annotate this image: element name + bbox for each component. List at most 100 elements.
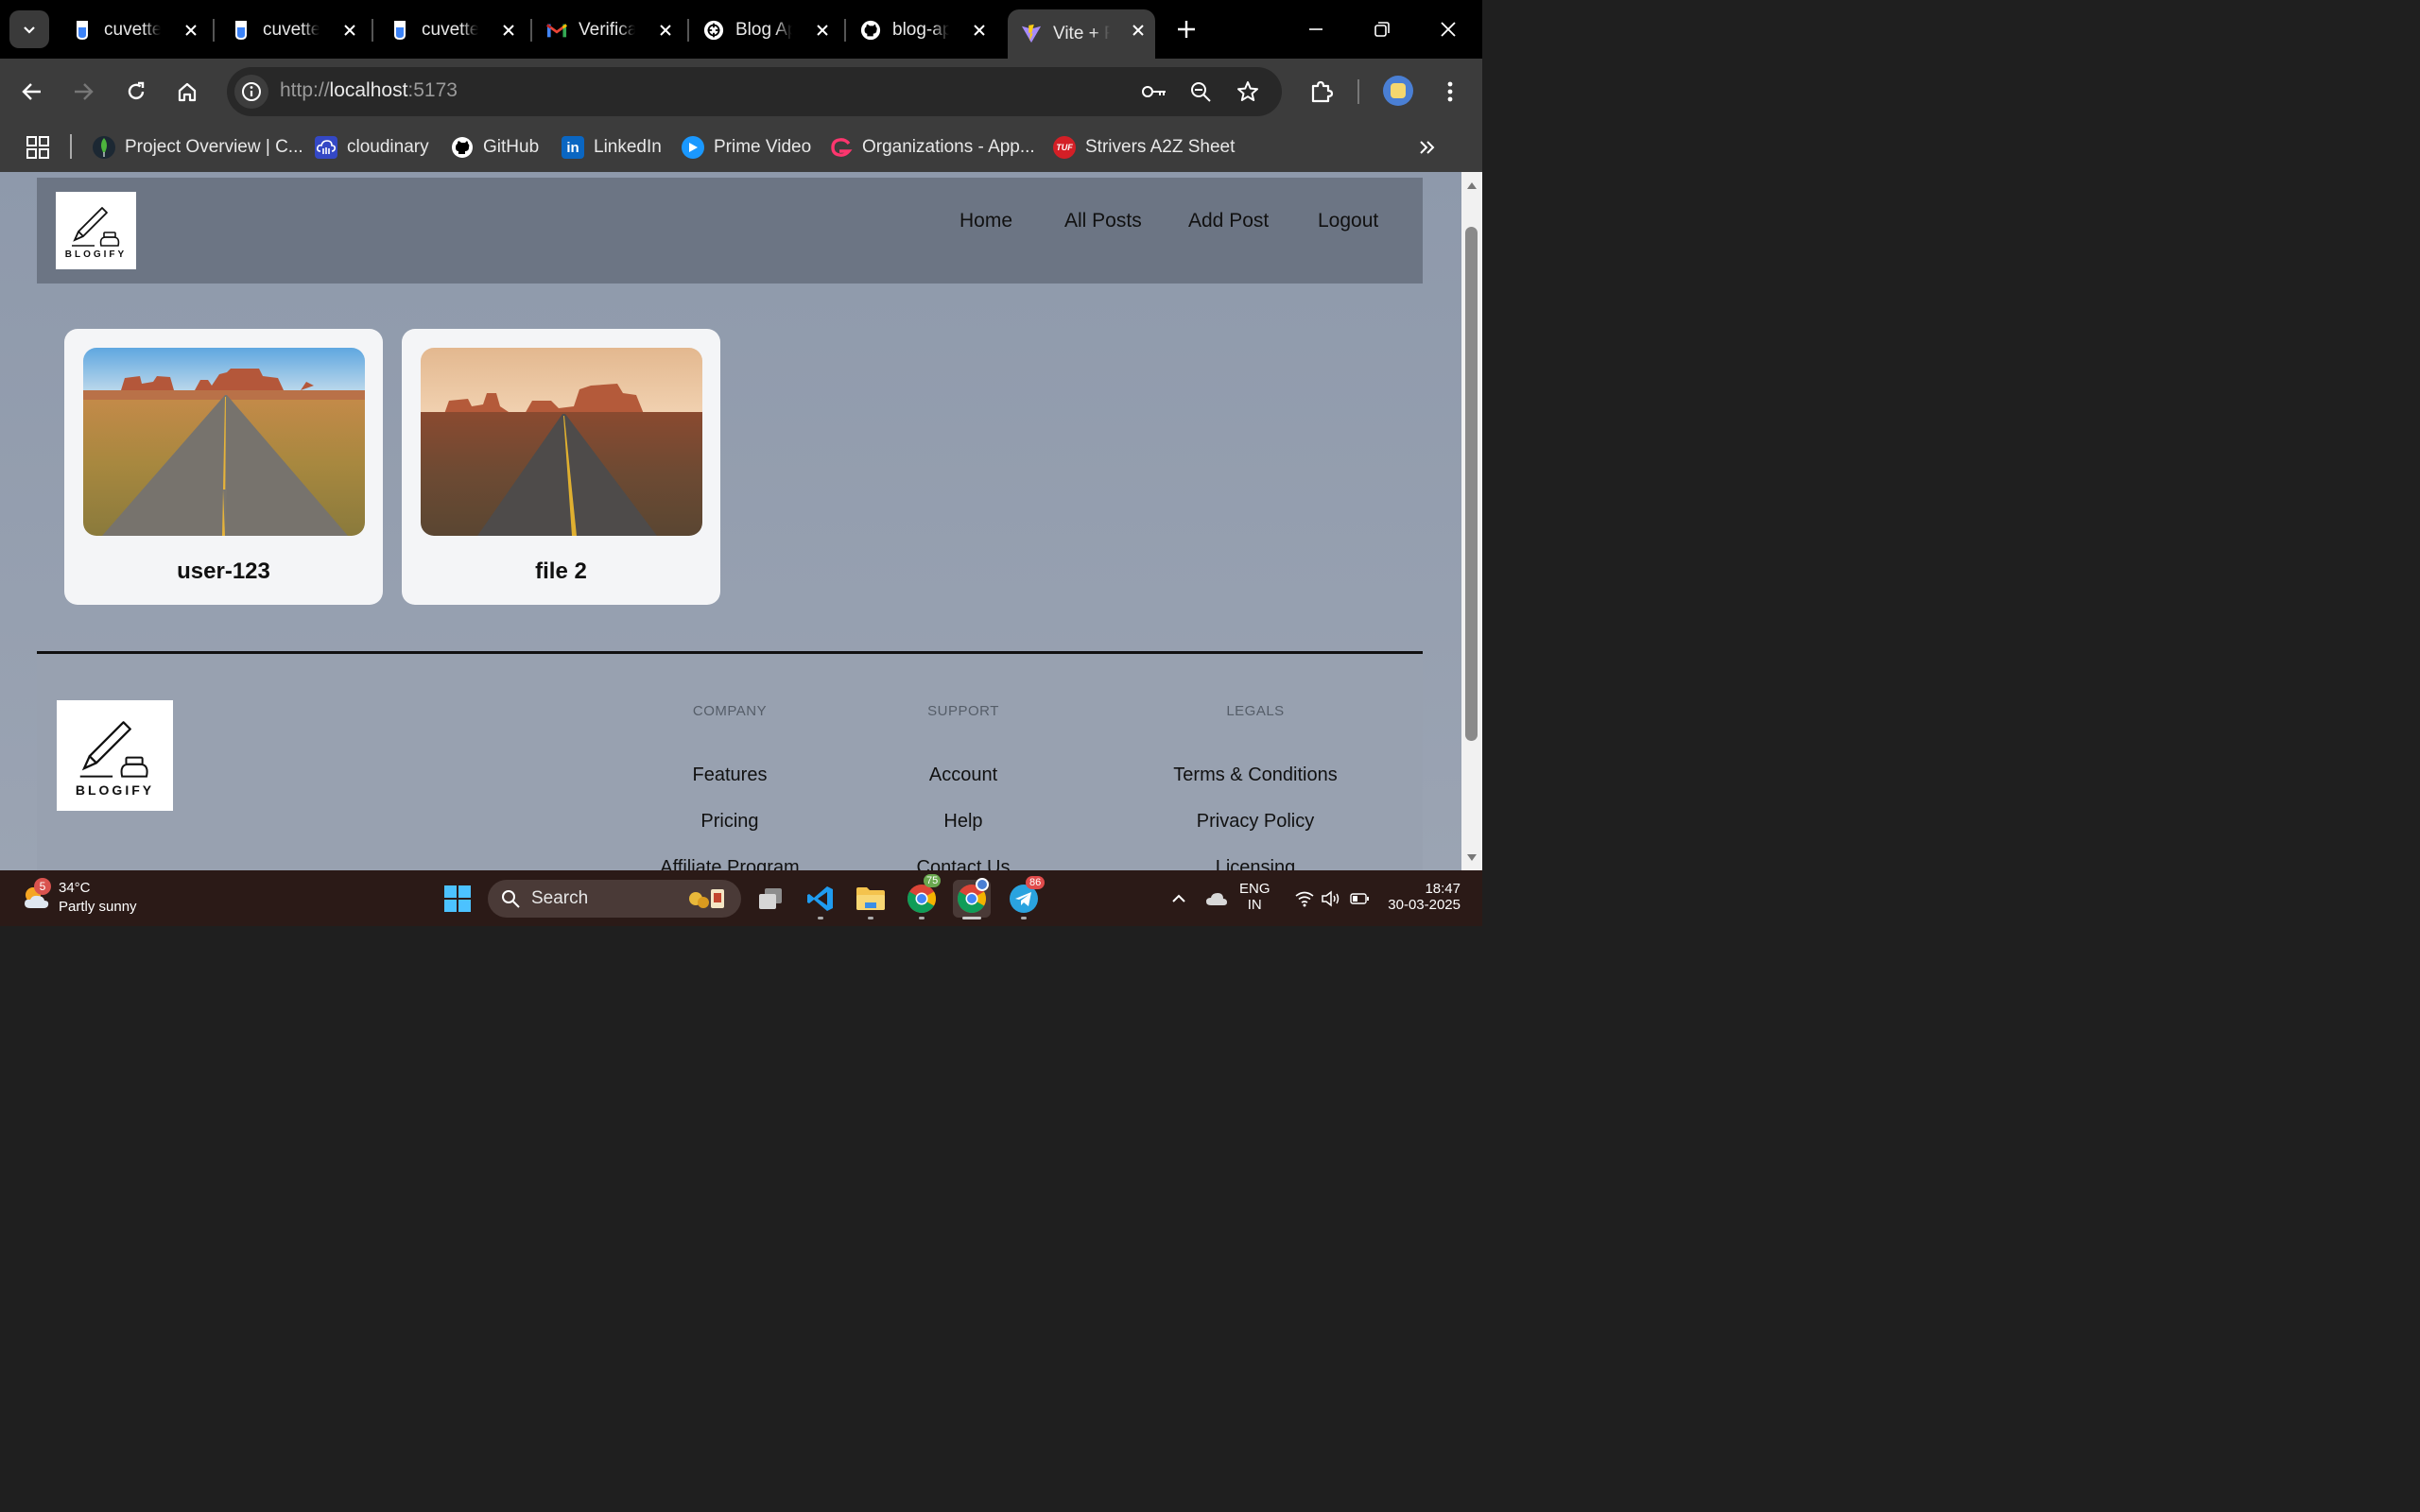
- address-bar[interactable]: http://localhost:5173: [227, 67, 1282, 116]
- profile-avatar[interactable]: [1383, 76, 1413, 106]
- tab-title: cuvette: [104, 20, 161, 40]
- chrome-active-button[interactable]: [953, 878, 991, 918]
- vscode-button[interactable]: [802, 880, 839, 918]
- post-image: [83, 348, 365, 536]
- footer-link-licensing[interactable]: Licensing: [1132, 857, 1378, 870]
- mongodb-icon: [93, 136, 115, 159]
- browser-tab[interactable]: cuvette: [66, 9, 208, 51]
- fountain-pen-icon: [71, 207, 119, 247]
- nav-logout-link[interactable]: Logout: [1318, 210, 1378, 232]
- file-explorer-button[interactable]: [852, 880, 890, 918]
- close-icon[interactable]: [1127, 19, 1150, 42]
- extensions-button[interactable]: [1305, 75, 1339, 109]
- logo-text: BLOGIFY: [75, 782, 155, 798]
- browser-tab[interactable]: cuvette: [384, 9, 526, 51]
- bookmark-label: Project Overview | C...: [125, 137, 303, 157]
- chrome-profile-button[interactable]: 75: [903, 874, 942, 918]
- reload-button[interactable]: [119, 75, 153, 109]
- arrow-right-icon: [75, 83, 94, 100]
- plus-icon: [1178, 21, 1195, 38]
- url-text[interactable]: http://localhost:5173: [280, 79, 458, 102]
- new-tab-button[interactable]: [1170, 13, 1202, 45]
- browser-tab[interactable]: Verifica: [541, 9, 683, 51]
- home-button[interactable]: [170, 75, 204, 109]
- browser-tab[interactable]: cuvette: [225, 9, 367, 51]
- close-icon[interactable]: [968, 19, 991, 42]
- bookmark-item[interactable]: Project Overview | C...: [93, 132, 303, 163]
- footer-link-help[interactable]: Help: [840, 811, 1086, 833]
- browser-tab-strip: cuvette cuvette cuvette Verifica Blog Ap…: [0, 0, 1482, 59]
- telegram-button[interactable]: 86: [1005, 876, 1046, 918]
- page-scrollbar[interactable]: [1461, 172, 1482, 870]
- close-window-button[interactable]: [1431, 13, 1465, 45]
- footer-logo[interactable]: BLOGIFY: [57, 700, 173, 811]
- site-header: BLOGIFY Home All Posts Add Post Logout: [37, 178, 1423, 284]
- browser-tab[interactable]: blog-ap: [855, 9, 996, 51]
- forward-button[interactable]: [66, 75, 100, 109]
- bookmark-item[interactable]: TUF Strivers A2Z Sheet: [1053, 132, 1235, 163]
- site-info-button[interactable]: [234, 75, 268, 109]
- close-icon[interactable]: [811, 19, 834, 42]
- onedrive-button[interactable]: [1198, 880, 1236, 918]
- footer-heading-support: SUPPORT: [927, 703, 999, 719]
- close-icon[interactable]: [497, 19, 520, 42]
- cuvette-icon: [72, 20, 93, 41]
- more-bookmarks-button[interactable]: [1418, 132, 1437, 163]
- bookmark-item[interactable]: Prime Video: [682, 132, 811, 163]
- start-button[interactable]: [439, 880, 476, 918]
- site-logo[interactable]: BLOGIFY: [56, 192, 136, 269]
- browser-tab[interactable]: Blog Ap: [698, 9, 839, 51]
- task-view-button[interactable]: [752, 880, 789, 918]
- nav-add-post-link[interactable]: Add Post: [1188, 210, 1269, 232]
- close-icon[interactable]: [338, 19, 361, 42]
- footer-link-contact[interactable]: Contact Us: [840, 857, 1086, 870]
- tab-search-button[interactable]: [9, 10, 49, 48]
- show-hidden-icons-button[interactable]: [1160, 880, 1198, 918]
- footer-link-terms[interactable]: Terms & Conditions: [1132, 765, 1378, 786]
- language-indicator[interactable]: ENG IN: [1239, 881, 1270, 913]
- bookmark-label: cloudinary: [347, 137, 429, 157]
- weather-desc: Partly sunny: [59, 899, 137, 915]
- clock-time: 18:47: [1425, 881, 1461, 897]
- bookmark-item[interactable]: cloudinary: [315, 132, 429, 163]
- back-button[interactable]: [15, 75, 49, 109]
- logo-text: BLOGIFY: [64, 249, 128, 260]
- close-icon[interactable]: [180, 19, 202, 42]
- bookmark-star-button[interactable]: [1233, 77, 1263, 107]
- scroll-thumb[interactable]: [1465, 227, 1478, 741]
- chatgpt-icon: [703, 20, 724, 41]
- footer-link-account[interactable]: Account: [840, 765, 1086, 786]
- clock[interactable]: 18:47 30-03-2025: [1388, 881, 1461, 913]
- footer-link-pricing[interactable]: Pricing: [607, 811, 853, 833]
- post-card[interactable]: user-123: [64, 329, 383, 605]
- github-icon: [451, 136, 474, 159]
- nav-all-posts-link[interactable]: All Posts: [1064, 210, 1142, 232]
- cuvette-icon: [389, 20, 410, 41]
- scroll-down-icon[interactable]: [1466, 852, 1478, 864]
- zoom-button[interactable]: [1185, 77, 1216, 107]
- close-icon[interactable]: [654, 19, 677, 42]
- taskbar-search[interactable]: Search: [488, 880, 741, 918]
- search-highlight-icon: [689, 889, 724, 908]
- password-key-button[interactable]: [1139, 77, 1169, 107]
- bookmarks-separator: [70, 134, 72, 159]
- restore-button[interactable]: [1365, 13, 1399, 45]
- battery-button[interactable]: [1340, 880, 1378, 918]
- post-image: [421, 348, 702, 536]
- bookmark-item[interactable]: GitHub: [451, 132, 539, 163]
- menu-button[interactable]: [1433, 75, 1467, 109]
- footer-link-privacy[interactable]: Privacy Policy: [1132, 811, 1378, 833]
- footer-link-affiliate[interactable]: Affiliate Program: [607, 857, 853, 870]
- chevron-up-icon: [1172, 894, 1185, 902]
- chevron-double-right-icon: [1420, 141, 1435, 154]
- minimize-button[interactable]: [1299, 13, 1333, 45]
- bookmark-item[interactable]: Organizations - App...: [830, 132, 1035, 163]
- nav-home-link[interactable]: Home: [959, 210, 1012, 232]
- restore-icon: [1374, 22, 1390, 37]
- footer-link-features[interactable]: Features: [607, 765, 853, 786]
- scroll-up-icon[interactable]: [1466, 180, 1478, 191]
- post-card[interactable]: file 2: [402, 329, 720, 605]
- bookmark-item[interactable]: in LinkedIn: [562, 132, 662, 163]
- apps-button[interactable]: [26, 132, 49, 163]
- browser-tab-active[interactable]: Vite + R: [1008, 9, 1155, 59]
